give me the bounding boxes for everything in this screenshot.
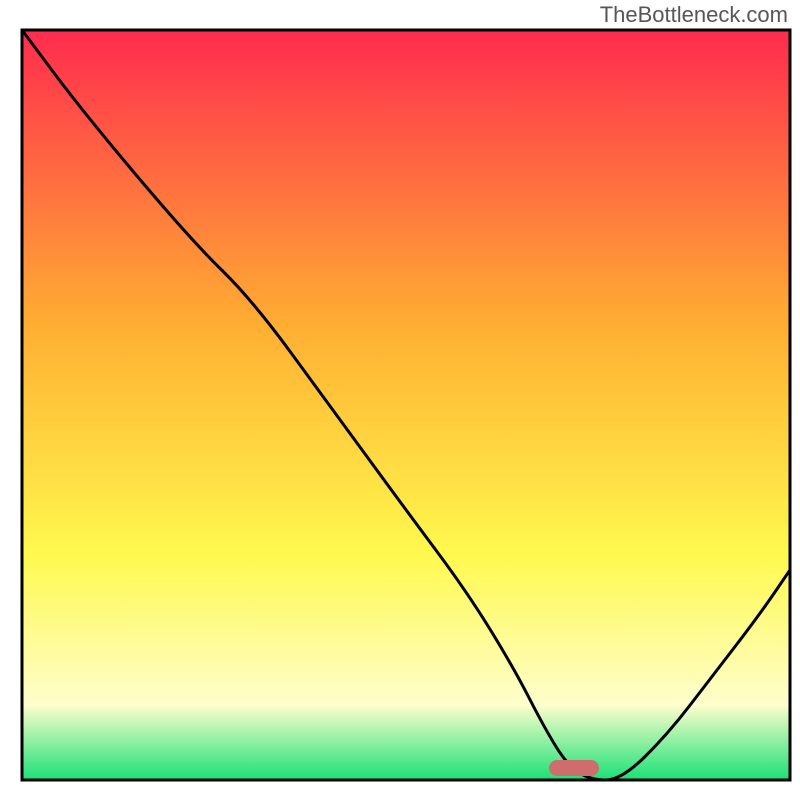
optimal-marker xyxy=(549,760,599,776)
bottleneck-chart xyxy=(0,0,800,800)
chart-container: { "attribution": "TheBottleneck.com", "c… xyxy=(0,0,800,800)
gradient-background xyxy=(22,30,790,780)
